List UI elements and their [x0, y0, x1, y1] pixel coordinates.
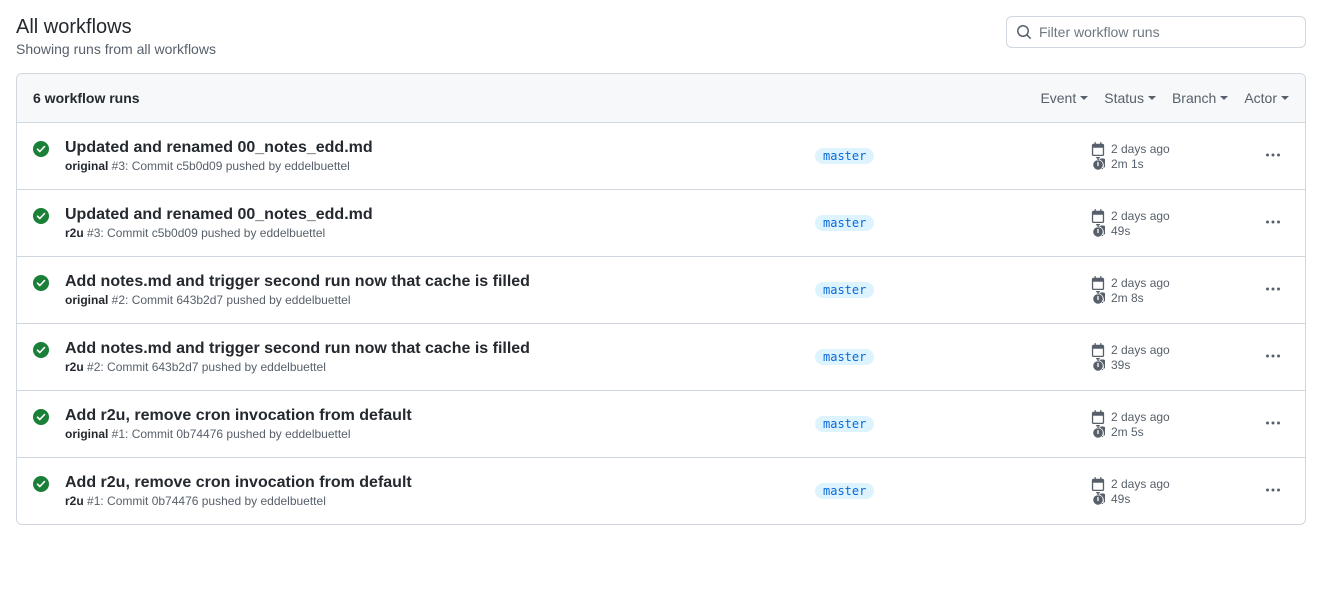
run-title[interactable]: Add r2u, remove cron invocation from def…	[65, 474, 799, 492]
filters: Event Status Branch Actor	[1040, 90, 1289, 106]
run-menu-button[interactable]	[1259, 141, 1287, 172]
branch-badge[interactable]: master	[815, 483, 874, 499]
calendar-icon	[1091, 276, 1105, 290]
run-duration: 2m 5s	[1111, 425, 1144, 439]
run-duration: 2m 1s	[1111, 157, 1144, 171]
stopwatch-icon	[1091, 492, 1105, 506]
success-icon	[33, 275, 49, 294]
search-input[interactable]	[1006, 16, 1306, 48]
run-duration: 49s	[1111, 492, 1130, 506]
workflow-name: original	[65, 159, 108, 173]
success-icon	[33, 342, 49, 361]
run-count-label: 6 workflow runs	[33, 90, 140, 106]
success-icon	[33, 476, 49, 495]
calendar-icon	[1091, 209, 1105, 223]
kebab-icon	[1265, 147, 1281, 163]
run-row: Updated and renamed 00_notes_edd.md orig…	[17, 123, 1305, 190]
run-timestamp: 2 days ago	[1111, 477, 1170, 491]
run-timestamp: 2 days ago	[1111, 343, 1170, 357]
run-meta-text: #3: Commit c5b0d09 pushed by eddelbuette…	[108, 159, 350, 173]
filter-status[interactable]: Status	[1104, 90, 1156, 106]
calendar-icon	[1091, 477, 1105, 491]
kebab-icon	[1265, 415, 1281, 431]
run-menu-button[interactable]	[1259, 275, 1287, 306]
search-icon	[1016, 24, 1032, 40]
runs-box: 6 workflow runs Event Status Branch Acto…	[16, 73, 1306, 525]
run-menu-button[interactable]	[1259, 342, 1287, 373]
run-duration: 39s	[1111, 358, 1130, 372]
filter-status-label: Status	[1104, 90, 1144, 106]
success-icon	[33, 208, 49, 227]
calendar-icon	[1091, 142, 1105, 156]
run-meta: original #2: Commit 643b2d7 pushed by ed…	[65, 293, 799, 307]
search-wrap	[1006, 16, 1306, 48]
success-icon	[33, 409, 49, 428]
calendar-icon	[1091, 343, 1105, 357]
workflow-name: original	[65, 293, 108, 307]
run-meta: original #1: Commit 0b74476 pushed by ed…	[65, 427, 799, 441]
run-row: Add notes.md and trigger second run now …	[17, 257, 1305, 324]
stopwatch-icon	[1091, 157, 1105, 171]
run-timestamp: 2 days ago	[1111, 276, 1170, 290]
run-meta: original #3: Commit c5b0d09 pushed by ed…	[65, 159, 799, 173]
run-meta: r2u #3: Commit c5b0d09 pushed by eddelbu…	[65, 226, 799, 240]
run-meta: r2u #1: Commit 0b74476 pushed by eddelbu…	[65, 494, 799, 508]
run-title[interactable]: Updated and renamed 00_notes_edd.md	[65, 206, 799, 224]
run-meta-text: #1: Commit 0b74476 pushed by eddelbuette…	[108, 427, 350, 441]
run-meta: r2u #2: Commit 643b2d7 pushed by eddelbu…	[65, 360, 799, 374]
filter-branch-label: Branch	[1172, 90, 1216, 106]
branch-badge[interactable]: master	[815, 215, 874, 231]
filter-event[interactable]: Event	[1040, 90, 1088, 106]
run-timestamp: 2 days ago	[1111, 209, 1170, 223]
run-title[interactable]: Updated and renamed 00_notes_edd.md	[65, 139, 799, 157]
run-row: Add notes.md and trigger second run now …	[17, 324, 1305, 391]
run-meta-text: #2: Commit 643b2d7 pushed by eddelbuette…	[84, 360, 326, 374]
stopwatch-icon	[1091, 425, 1105, 439]
workflow-name: r2u	[65, 494, 84, 508]
caret-down-icon	[1220, 96, 1228, 100]
run-menu-button[interactable]	[1259, 208, 1287, 239]
branch-badge[interactable]: master	[815, 349, 874, 365]
workflow-name: original	[65, 427, 108, 441]
run-meta-text: #1: Commit 0b74476 pushed by eddelbuette…	[84, 494, 326, 508]
run-row: Updated and renamed 00_notes_edd.md r2u …	[17, 190, 1305, 257]
run-meta-text: #2: Commit 643b2d7 pushed by eddelbuette…	[108, 293, 350, 307]
run-title[interactable]: Add r2u, remove cron invocation from def…	[65, 407, 799, 425]
kebab-icon	[1265, 348, 1281, 364]
page-subtitle: Showing runs from all workflows	[16, 41, 216, 57]
run-title[interactable]: Add notes.md and trigger second run now …	[65, 273, 799, 291]
run-row: Add r2u, remove cron invocation from def…	[17, 458, 1305, 524]
caret-down-icon	[1281, 96, 1289, 100]
stopwatch-icon	[1091, 291, 1105, 305]
page-title: All workflows	[16, 16, 216, 39]
run-menu-button[interactable]	[1259, 409, 1287, 440]
run-duration: 2m 8s	[1111, 291, 1144, 305]
filter-actor[interactable]: Actor	[1244, 90, 1289, 106]
kebab-icon	[1265, 214, 1281, 230]
kebab-icon	[1265, 281, 1281, 297]
success-icon	[33, 141, 49, 160]
branch-badge[interactable]: master	[815, 282, 874, 298]
run-timestamp: 2 days ago	[1111, 142, 1170, 156]
filter-actor-label: Actor	[1244, 90, 1277, 106]
run-title[interactable]: Add notes.md and trigger second run now …	[65, 340, 799, 358]
stopwatch-icon	[1091, 358, 1105, 372]
workflow-name: r2u	[65, 360, 84, 374]
kebab-icon	[1265, 482, 1281, 498]
run-timestamp: 2 days ago	[1111, 410, 1170, 424]
calendar-icon	[1091, 410, 1105, 424]
run-meta-text: #3: Commit c5b0d09 pushed by eddelbuette…	[84, 226, 326, 240]
filter-event-label: Event	[1040, 90, 1076, 106]
stopwatch-icon	[1091, 224, 1105, 238]
run-row: Add r2u, remove cron invocation from def…	[17, 391, 1305, 458]
caret-down-icon	[1148, 96, 1156, 100]
box-header: 6 workflow runs Event Status Branch Acto…	[17, 74, 1305, 123]
workflow-name: r2u	[65, 226, 84, 240]
caret-down-icon	[1080, 96, 1088, 100]
filter-branch[interactable]: Branch	[1172, 90, 1228, 106]
branch-badge[interactable]: master	[815, 148, 874, 164]
branch-badge[interactable]: master	[815, 416, 874, 432]
run-duration: 49s	[1111, 224, 1130, 238]
run-menu-button[interactable]	[1259, 476, 1287, 507]
